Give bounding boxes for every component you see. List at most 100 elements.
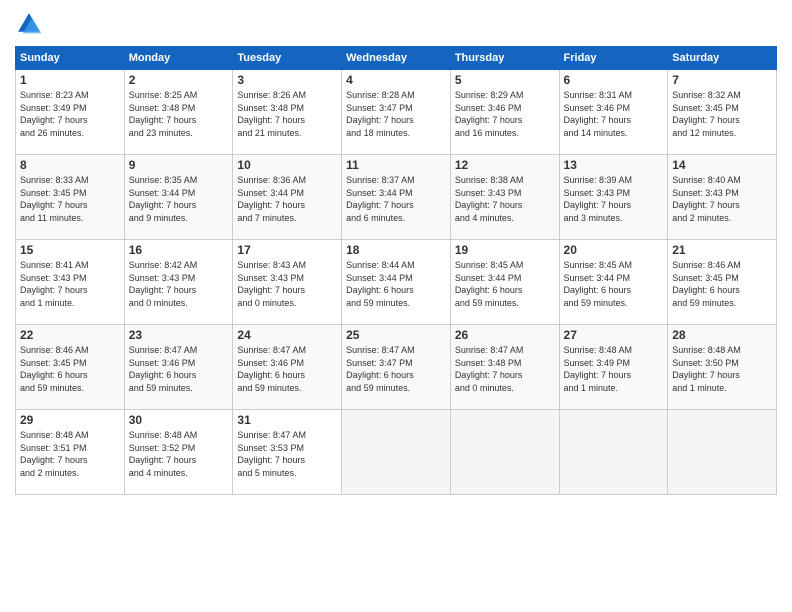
day-info: Sunrise: 8:48 AMSunset: 3:52 PMDaylight:… bbox=[129, 429, 229, 479]
day-number: 27 bbox=[564, 328, 664, 342]
day-info: Sunrise: 8:47 AMSunset: 3:46 PMDaylight:… bbox=[129, 344, 229, 394]
day-number: 14 bbox=[672, 158, 772, 172]
calendar-cell: 6Sunrise: 8:31 AMSunset: 3:46 PMDaylight… bbox=[559, 70, 668, 155]
calendar-cell: 17 Sunrise: 8:43 AMSunset: 3:43 PMDayligh… bbox=[233, 240, 342, 325]
weekday-header: Monday bbox=[124, 47, 233, 70]
calendar-cell: 15 Sunrise: 8:41 AMSunset: 3:43 PMDayligh… bbox=[16, 240, 125, 325]
calendar-cell: 21Sunrise: 8:46 AMSunset: 3:45 PMDayligh… bbox=[668, 240, 777, 325]
day-number: 1 bbox=[20, 73, 120, 87]
calendar-cell bbox=[450, 410, 559, 495]
calendar-cell: 19 Sunrise: 8:45 AMSunset: 3:44 PMDayligh… bbox=[450, 240, 559, 325]
day-number: 15 bbox=[20, 243, 120, 257]
calendar-cell: 31 Sunrise: 8:47 AMSunset: 3:53 PMDayligh… bbox=[233, 410, 342, 495]
calendar-cell: 5Sunrise: 8:29 AMSunset: 3:46 PMDaylight… bbox=[450, 70, 559, 155]
weekday-header: Thursday bbox=[450, 47, 559, 70]
day-info: Sunrise: 8:41 AMSunset: 3:43 PMDaylight:… bbox=[20, 259, 120, 309]
logo-icon bbox=[15, 10, 43, 38]
calendar-cell bbox=[559, 410, 668, 495]
day-info: Sunrise: 8:26 AMSunset: 3:48 PMDaylight:… bbox=[237, 89, 337, 139]
calendar-cell: 14Sunrise: 8:40 AMSunset: 3:43 PMDayligh… bbox=[668, 155, 777, 240]
calendar-header-row: SundayMondayTuesdayWednesdayThursdayFrid… bbox=[16, 47, 777, 70]
day-number: 2 bbox=[129, 73, 229, 87]
calendar-cell: 10 Sunrise: 8:36 AMSunset: 3:44 PMDayligh… bbox=[233, 155, 342, 240]
calendar-week-row: 15 Sunrise: 8:41 AMSunset: 3:43 PMDayligh… bbox=[16, 240, 777, 325]
day-number: 19 bbox=[455, 243, 555, 257]
day-info: Sunrise: 8:43 AMSunset: 3:43 PMDaylight:… bbox=[237, 259, 337, 309]
calendar-cell: 13 Sunrise: 8:39 AMSunset: 3:43 PMDayligh… bbox=[559, 155, 668, 240]
day-number: 11 bbox=[346, 158, 446, 172]
day-info: Sunrise: 8:42 AMSunset: 3:43 PMDaylight:… bbox=[129, 259, 229, 309]
calendar-cell: 22 Sunrise: 8:46 AMSunset: 3:45 PMDayligh… bbox=[16, 325, 125, 410]
day-info: Sunrise: 8:32 AMSunset: 3:45 PMDaylight:… bbox=[672, 89, 772, 139]
calendar-cell: 9Sunrise: 8:35 AMSunset: 3:44 PMDaylight… bbox=[124, 155, 233, 240]
day-number: 7 bbox=[672, 73, 772, 87]
calendar-cell: 26 Sunrise: 8:47 AMSunset: 3:48 PMDayligh… bbox=[450, 325, 559, 410]
day-number: 8 bbox=[20, 158, 120, 172]
day-number: 21 bbox=[672, 243, 772, 257]
calendar-cell: 27Sunrise: 8:48 AMSunset: 3:49 PMDayligh… bbox=[559, 325, 668, 410]
weekday-header: Friday bbox=[559, 47, 668, 70]
day-number: 10 bbox=[237, 158, 337, 172]
day-info: Sunrise: 8:25 AMSunset: 3:48 PMDaylight:… bbox=[129, 89, 229, 139]
day-number: 12 bbox=[455, 158, 555, 172]
day-info: Sunrise: 8:37 AMSunset: 3:44 PMDaylight:… bbox=[346, 174, 446, 224]
day-info: Sunrise: 8:48 AMSunset: 3:51 PMDaylight:… bbox=[20, 429, 120, 479]
day-info: Sunrise: 8:46 AMSunset: 3:45 PMDaylight:… bbox=[20, 344, 120, 394]
calendar-week-row: 1Sunrise: 8:23 AMSunset: 3:49 PMDaylight… bbox=[16, 70, 777, 155]
calendar-cell: 25 Sunrise: 8:47 AMSunset: 3:47 PMDayligh… bbox=[342, 325, 451, 410]
day-info: Sunrise: 8:29 AMSunset: 3:46 PMDaylight:… bbox=[455, 89, 555, 139]
calendar-cell: 2 Sunrise: 8:25 AMSunset: 3:48 PMDaylight… bbox=[124, 70, 233, 155]
calendar-cell: 20Sunrise: 8:45 AMSunset: 3:44 PMDayligh… bbox=[559, 240, 668, 325]
weekday-header: Saturday bbox=[668, 47, 777, 70]
day-info: Sunrise: 8:33 AMSunset: 3:45 PMDaylight:… bbox=[20, 174, 120, 224]
day-info: Sunrise: 8:44 AMSunset: 3:44 PMDaylight:… bbox=[346, 259, 446, 309]
weekday-header: Tuesday bbox=[233, 47, 342, 70]
day-number: 30 bbox=[129, 413, 229, 427]
calendar-cell: 28 Sunrise: 8:48 AMSunset: 3:50 PMDayligh… bbox=[668, 325, 777, 410]
day-info: Sunrise: 8:47 AMSunset: 3:48 PMDaylight:… bbox=[455, 344, 555, 394]
day-number: 16 bbox=[129, 243, 229, 257]
day-number: 25 bbox=[346, 328, 446, 342]
day-info: Sunrise: 8:39 AMSunset: 3:43 PMDaylight:… bbox=[564, 174, 664, 224]
day-number: 26 bbox=[455, 328, 555, 342]
day-info: Sunrise: 8:31 AMSunset: 3:46 PMDaylight:… bbox=[564, 89, 664, 139]
calendar-cell bbox=[668, 410, 777, 495]
calendar-cell: 12 Sunrise: 8:38 AMSunset: 3:43 PMDayligh… bbox=[450, 155, 559, 240]
calendar: SundayMondayTuesdayWednesdayThursdayFrid… bbox=[15, 46, 777, 495]
weekday-header: Sunday bbox=[16, 47, 125, 70]
calendar-cell: 7 Sunrise: 8:32 AMSunset: 3:45 PMDaylight… bbox=[668, 70, 777, 155]
day-info: Sunrise: 8:38 AMSunset: 3:43 PMDaylight:… bbox=[455, 174, 555, 224]
day-number: 13 bbox=[564, 158, 664, 172]
calendar-cell: 3 Sunrise: 8:26 AMSunset: 3:48 PMDaylight… bbox=[233, 70, 342, 155]
calendar-cell: 18 Sunrise: 8:44 AMSunset: 3:44 PMDayligh… bbox=[342, 240, 451, 325]
calendar-cell: 8 Sunrise: 8:33 AMSunset: 3:45 PMDaylight… bbox=[16, 155, 125, 240]
day-number: 31 bbox=[237, 413, 337, 427]
day-number: 23 bbox=[129, 328, 229, 342]
day-info: Sunrise: 8:47 AMSunset: 3:53 PMDaylight:… bbox=[237, 429, 337, 479]
day-number: 4 bbox=[346, 73, 446, 87]
day-number: 3 bbox=[237, 73, 337, 87]
day-info: Sunrise: 8:47 AMSunset: 3:47 PMDaylight:… bbox=[346, 344, 446, 394]
day-info: Sunrise: 8:28 AMSunset: 3:47 PMDaylight:… bbox=[346, 89, 446, 139]
day-info: Sunrise: 8:45 AMSunset: 3:44 PMDaylight:… bbox=[455, 259, 555, 309]
calendar-week-row: 22 Sunrise: 8:46 AMSunset: 3:45 PMDayligh… bbox=[16, 325, 777, 410]
day-number: 22 bbox=[20, 328, 120, 342]
day-number: 28 bbox=[672, 328, 772, 342]
calendar-cell: 23 Sunrise: 8:47 AMSunset: 3:46 PMDayligh… bbox=[124, 325, 233, 410]
day-number: 18 bbox=[346, 243, 446, 257]
header bbox=[15, 10, 777, 38]
page: SundayMondayTuesdayWednesdayThursdayFrid… bbox=[0, 0, 792, 612]
day-number: 17 bbox=[237, 243, 337, 257]
calendar-cell: 29 Sunrise: 8:48 AMSunset: 3:51 PMDayligh… bbox=[16, 410, 125, 495]
calendar-cell: 24Sunrise: 8:47 AMSunset: 3:46 PMDayligh… bbox=[233, 325, 342, 410]
calendar-week-row: 29 Sunrise: 8:48 AMSunset: 3:51 PMDayligh… bbox=[16, 410, 777, 495]
weekday-header: Wednesday bbox=[342, 47, 451, 70]
calendar-cell: 4 Sunrise: 8:28 AMSunset: 3:47 PMDaylight… bbox=[342, 70, 451, 155]
calendar-cell: 30 Sunrise: 8:48 AMSunset: 3:52 PMDayligh… bbox=[124, 410, 233, 495]
day-number: 29 bbox=[20, 413, 120, 427]
day-info: Sunrise: 8:48 AMSunset: 3:50 PMDaylight:… bbox=[672, 344, 772, 394]
day-info: Sunrise: 8:35 AMSunset: 3:44 PMDaylight:… bbox=[129, 174, 229, 224]
calendar-cell: 11 Sunrise: 8:37 AMSunset: 3:44 PMDayligh… bbox=[342, 155, 451, 240]
day-info: Sunrise: 8:36 AMSunset: 3:44 PMDaylight:… bbox=[237, 174, 337, 224]
logo bbox=[15, 10, 47, 38]
